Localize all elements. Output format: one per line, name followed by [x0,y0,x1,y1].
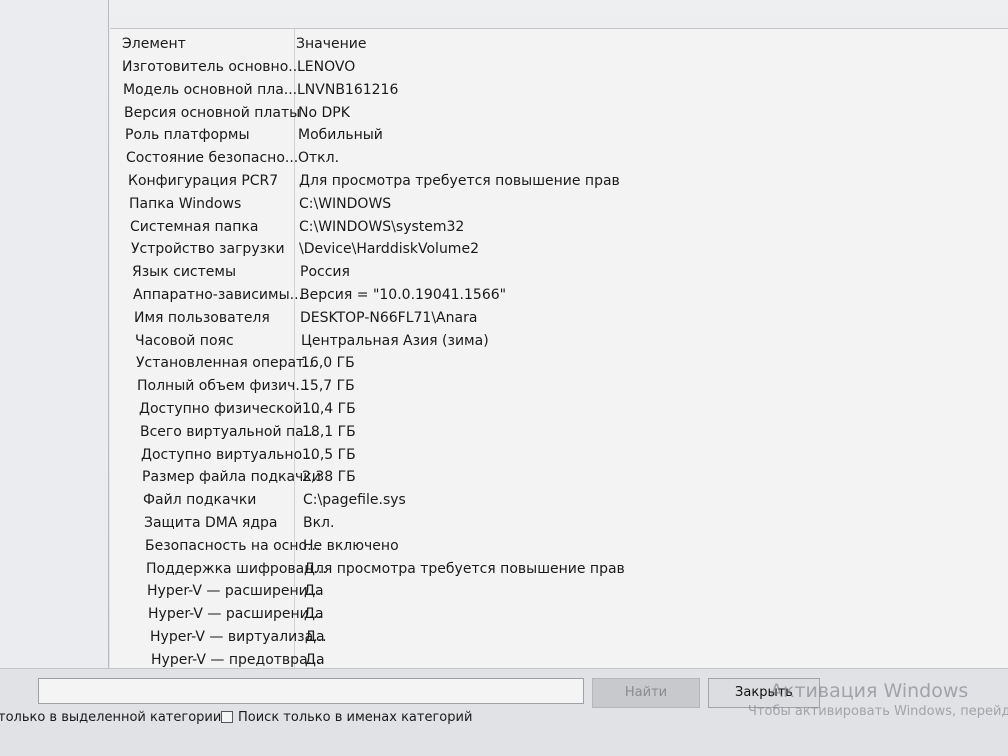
row-item-name: Имя пользователя [134,309,270,326]
row-item-value: DESKTOP-N66FL71\Anara [300,309,478,326]
row-item-name: Версия основной платы [124,104,301,121]
list-header: Элемент Значение [110,33,1008,55]
row-item-value: No DPK [298,104,350,121]
list-row[interactable]: Доступно виртуально... 10,5 ГБ [110,445,1008,468]
row-item-name: Папка Windows [129,195,242,212]
row-item-name: Изготовитель основно... [122,59,302,75]
list-row[interactable]: Размер файла подкачки 2,38 ГБ [110,467,1008,490]
row-item-value: Откл. [298,150,340,167]
row-item-name: Файл подкачки [143,492,257,509]
row-item-name: Размер файла подкачки [142,469,321,486]
row-item-name: Доступно виртуально... [141,446,316,463]
row-item-name: Роль платформы [125,127,250,144]
row-item-name: Язык системы [132,264,237,281]
row-item-value: 10,4 ГБ [302,400,356,417]
filter-selected-category-label[interactable]: только в выделенной категории [0,710,221,725]
list-row[interactable]: Доступно физической ... 10,4 ГБ [110,399,1008,422]
search-input[interactable] [38,678,584,704]
row-item-name: Поддержка шифрован... [146,560,327,577]
row-item-value: Да [304,606,324,623]
row-item-name: Всего виртуальной па... [140,423,318,440]
list-row[interactable]: Системная папка C:\WINDOWS\system32 [110,217,1008,240]
list-row[interactable]: Роль платформы Мобильный [110,125,1008,148]
list-row[interactable]: Hyper-V — расширени... Да [110,581,1008,604]
list-row[interactable]: Изготовитель основно... LENOVO [110,57,1008,80]
filter-category-names-label[interactable]: Поиск только в именах категорий [238,710,472,725]
list-row[interactable]: Hyper-V — виртуализа... Да [110,627,1008,650]
list-row[interactable]: Hyper-V — расширени... Да [110,604,1008,627]
list-row[interactable]: Версия основной платы No DPK [110,103,1008,126]
list-row[interactable]: Папка Windows C:\WINDOWS [110,194,1008,217]
row-item-value: 16,0 ГБ [301,355,355,372]
row-item-value: Да [305,651,325,668]
row-item-name: Установленная операт... [136,355,318,372]
list-row[interactable]: Устройство загрузки \Device\HarddiskVolum… [110,239,1008,262]
row-item-value: 2,38 ГБ [302,469,356,486]
row-item-name: Состояние безопасно... [126,150,299,167]
category-names-checkbox[interactable] [221,711,233,723]
activation-watermark-subtitle: Чтобы активировать Windows, перейдите [748,704,1008,719]
row-item-name: Конфигурация PCR7 [128,172,279,189]
list-row[interactable]: Аппаратно-зависимы... Версия = "10.0.1904… [110,285,1008,308]
row-item-name: Системная папка [130,218,259,235]
row-item-name: Защита DMA ядра [144,514,278,531]
row-item-value: Да [304,583,324,600]
row-item-value: \Device\HarddiskVolume2 [299,241,479,258]
row-item-value: C:\WINDOWS [299,195,392,212]
list-rows: Изготовитель основно... LENOVO Модель осно… [110,57,1008,673]
list-row[interactable]: Модель основной пла... LNVNB161216 [110,80,1008,103]
row-item-value: Мобильный [298,127,383,144]
category-tree-pane[interactable] [0,0,109,668]
row-item-name: Модель основной пла... [123,81,298,98]
row-item-value: Да [305,628,325,645]
list-row[interactable]: Состояние безопасно... Откл. [110,148,1008,171]
list-row[interactable]: Поддержка шифрован... Для просмотра требу… [110,559,1008,582]
list-row[interactable]: Файл подкачки C:\pagefile.sys [110,490,1008,513]
row-item-value: 10,5 ГБ [302,446,356,463]
column-header-item[interactable]: Элемент [122,36,186,52]
row-item-name: Безопасность на осно... [145,537,321,554]
row-item-value: Россия [300,264,350,281]
activation-watermark-title: Активация Windows [770,680,969,702]
row-item-name: Hyper-V — предотвра... [151,651,322,668]
row-item-name: Hyper-V — виртуализа... [150,628,327,645]
row-item-value: Для просмотра требуется повышение прав [299,172,620,189]
row-item-value: Вкл. [303,514,335,531]
row-item-value: C:\WINDOWS\system32 [299,218,465,235]
row-item-name: Доступно физической ... [139,400,321,417]
list-row[interactable]: Конфигурация PCR7 Для просмотра требуется… [110,171,1008,194]
row-item-value: LNVNB161216 [297,81,399,98]
row-item-name: Аппаратно-зависимы... [133,286,303,303]
row-item-value: 18,1 ГБ [302,423,356,440]
system-information-window: Элемент Значение Изготовитель основно...… [0,0,1008,756]
row-item-value: Не включено [303,537,399,554]
list-row[interactable]: Установленная операт... 16,0 ГБ [110,353,1008,376]
find-button[interactable]: Найти [592,678,700,708]
list-row[interactable]: Защита DMA ядра Вкл. [110,513,1008,536]
row-item-name: Полный объем физич... [137,378,309,395]
row-item-value: 15,7 ГБ [301,378,355,395]
list-row[interactable]: Язык системы Россия [110,262,1008,285]
row-item-value: C:\pagefile.sys [303,492,406,509]
list-row[interactable]: Имя пользователя DESKTOP-N66FL71\Anara [110,308,1008,331]
row-item-value: LENOVO [297,59,356,75]
row-item-name: Hyper-V — расширени... [147,583,322,600]
row-item-name: Часовой пояс [135,332,234,349]
column-header-value[interactable]: Значение [296,36,366,52]
system-summary-list[interactable]: Элемент Значение Изготовитель основно...… [110,28,1008,669]
row-item-value: Версия = "10.0.19041.1566" [300,286,507,303]
row-item-name: Устройство загрузки [131,241,285,258]
row-item-name: Hyper-V — расширени... [148,606,323,623]
list-row[interactable]: Часовой пояс Центральная Азия (зима) [110,331,1008,354]
list-row[interactable]: Всего виртуальной па... 18,1 ГБ [110,422,1008,445]
row-item-value: Центральная Азия (зима) [301,332,489,349]
row-item-value: Для просмотра требуется повышение прав [304,560,625,577]
list-row[interactable]: Безопасность на осно... Не включено [110,536,1008,559]
list-row[interactable]: Полный объем физич... 15,7 ГБ [110,376,1008,399]
